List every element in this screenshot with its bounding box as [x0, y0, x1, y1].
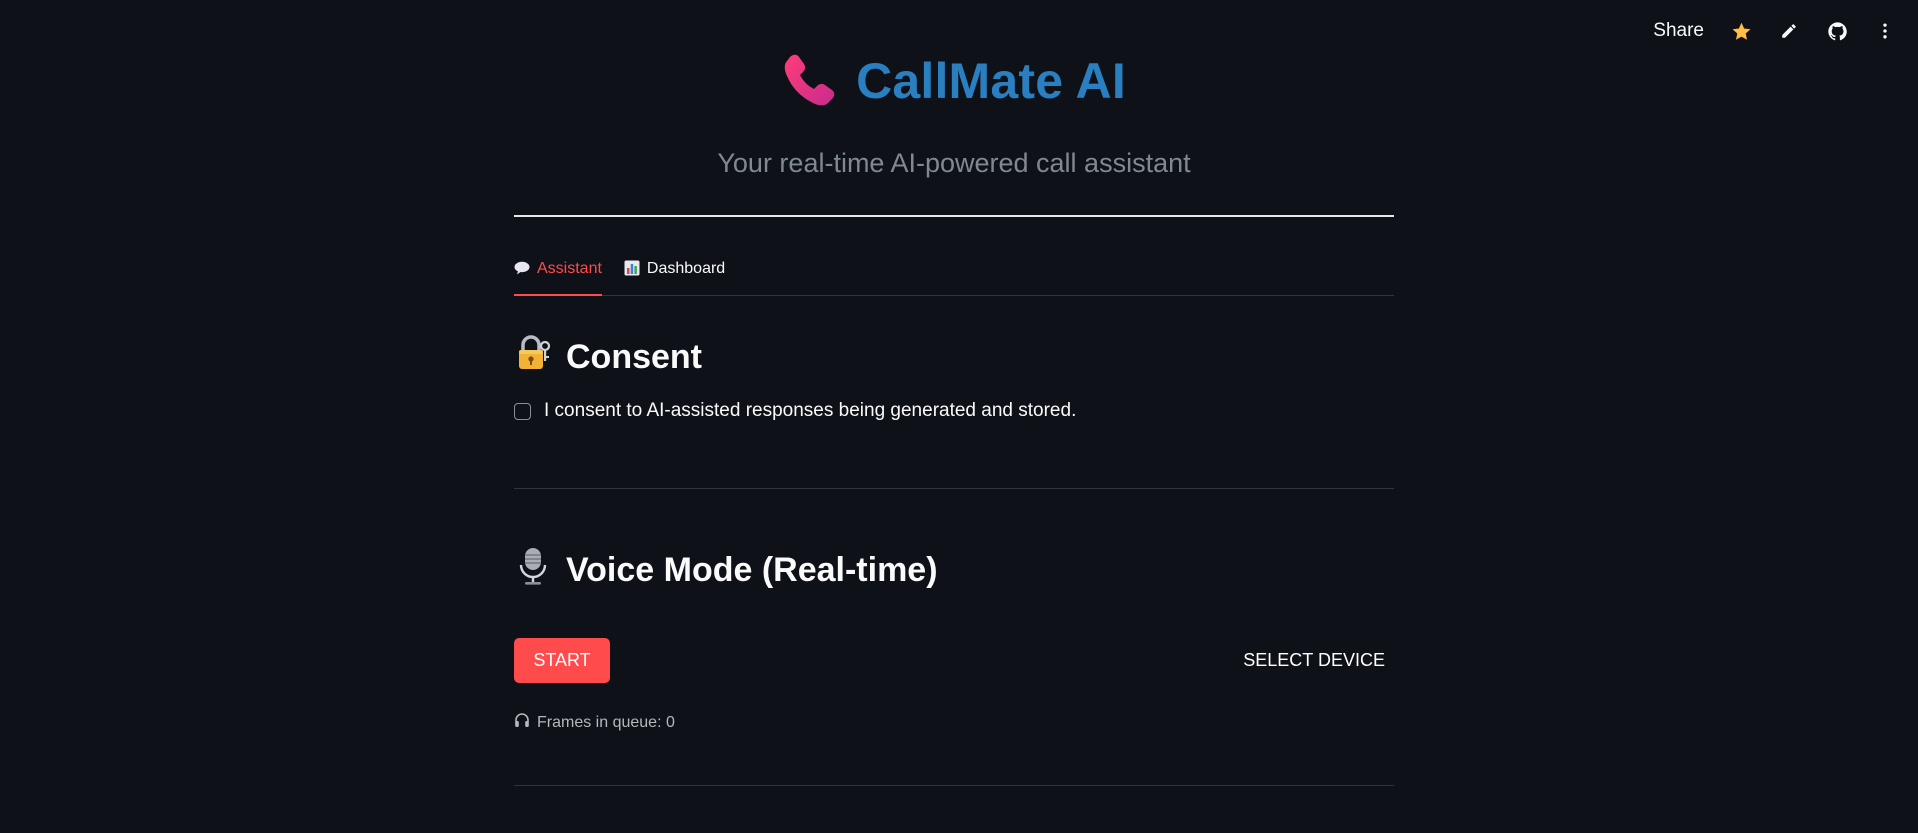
section-divider-bottom [514, 785, 1394, 786]
frames-queue-text: Frames in queue: 0 [537, 713, 675, 731]
top-toolbar: Share [1653, 20, 1896, 42]
header-divider [514, 215, 1394, 217]
webrtc-controls: START SELECT DEVICE [514, 638, 1394, 683]
consent-title: Consent [566, 338, 702, 376]
bar-chart-icon [624, 260, 640, 276]
tab-dashboard[interactable]: Dashboard [624, 248, 725, 295]
tab-assistant[interactable]: Assistant [514, 248, 602, 296]
start-button[interactable]: START [514, 638, 610, 683]
share-button[interactable]: Share [1653, 20, 1704, 42]
github-icon[interactable] [1826, 20, 1848, 42]
tab-bar: Assistant Dashboard [514, 248, 1394, 296]
consent-checkbox-label[interactable]: I consent to AI-assisted responses being… [544, 400, 1076, 422]
section-divider [514, 488, 1394, 489]
page-subtitle: Your real-time AI-powered call assistant [717, 148, 1191, 178]
more-vert-icon[interactable] [1874, 20, 1896, 42]
tab-dashboard-label: Dashboard [646, 260, 726, 277]
telephone-icon [782, 51, 838, 112]
tab-assistant-label: Assistant [537, 260, 602, 277]
consent-checkbox[interactable] [514, 402, 531, 420]
headphones-icon [514, 712, 530, 733]
app-page: Share CallMate AI Your real-time AI-powe… [0, 0, 1918, 833]
voice-mode-title: Voice Mode (Real-time) [566, 551, 938, 589]
main-content: CallMate AI Your real-time AI-powered ca… [514, 0, 1394, 786]
page-title: CallMate AI [856, 53, 1126, 109]
consent-checkbox-row[interactable]: I consent to AI-assisted responses being… [514, 400, 1394, 422]
speech-balloon-icon [514, 260, 530, 276]
star-icon[interactable] [1730, 20, 1752, 42]
frames-status: Frames in queue: 0 [514, 712, 1394, 733]
lock-with-key-icon [514, 334, 552, 381]
microphone-icon [514, 546, 552, 595]
voice-mode-heading: Voice Mode (Real-time) [514, 546, 1394, 595]
pencil-icon[interactable] [1778, 20, 1800, 42]
page-header: CallMate AI [514, 48, 1394, 114]
select-device-button[interactable]: SELECT DEVICE [1243, 638, 1394, 683]
consent-heading: Consent [514, 334, 1394, 381]
